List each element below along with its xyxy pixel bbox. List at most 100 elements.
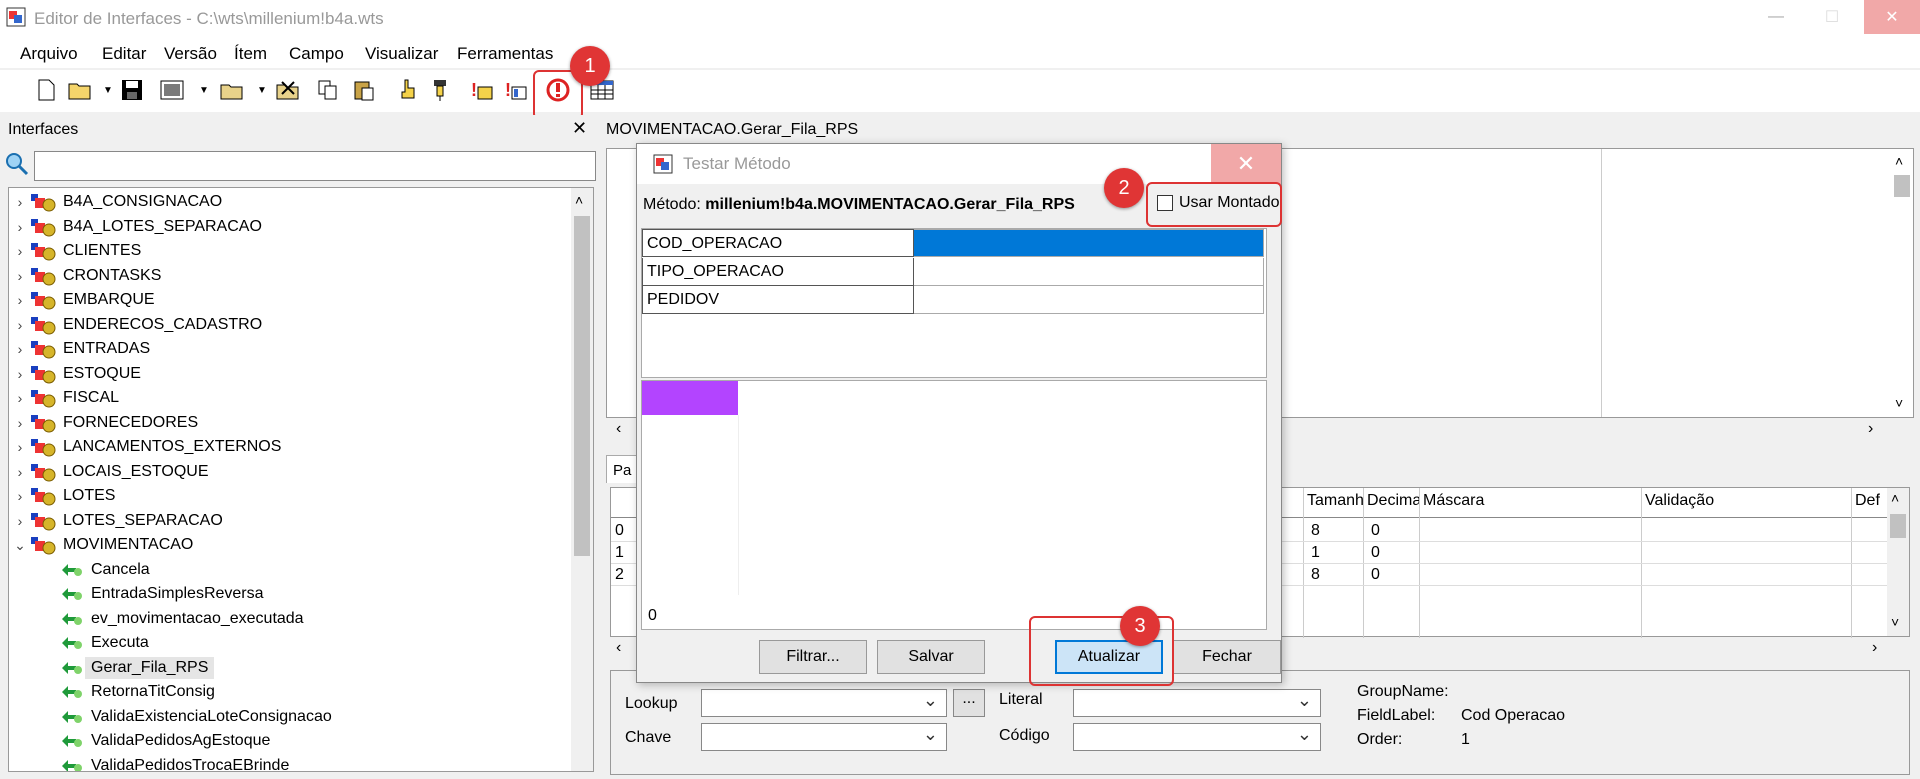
- grid-header-validacao[interactable]: Validação: [1645, 492, 1714, 510]
- tree-node[interactable]: › LOTES: [9, 484, 115, 508]
- salvar-button[interactable]: Salvar: [877, 640, 985, 674]
- chevron-right-icon[interactable]: ›: [9, 341, 31, 357]
- scroll-thumb[interactable]: [1894, 175, 1910, 197]
- grid-cell-dec[interactable]: 0: [1371, 544, 1380, 562]
- copy-icon[interactable]: [316, 78, 340, 102]
- chevron-right-icon[interactable]: ›: [9, 243, 31, 259]
- tree-node[interactable]: › ENDERECOS_CADASTRO: [9, 313, 262, 337]
- chevron-right-icon[interactable]: ›: [9, 194, 31, 210]
- tree-node[interactable]: › CLIENTES: [9, 239, 141, 263]
- scroll-down-icon[interactable]: ˅: [1895, 395, 1903, 411]
- grid-cell-tam[interactable]: 8: [1311, 566, 1320, 584]
- chevron-right-icon[interactable]: ›: [9, 219, 31, 235]
- add-field-icon[interactable]: !: [470, 78, 494, 102]
- tree-node[interactable]: › EMBARQUE: [9, 288, 155, 312]
- chevron-right-icon[interactable]: ›: [9, 390, 31, 406]
- chevron-right-icon[interactable]: ›: [9, 415, 31, 431]
- grid-header-mascara[interactable]: Máscara: [1423, 492, 1484, 510]
- grid-header-tamanho[interactable]: Tamanh: [1307, 492, 1363, 510]
- chave-select[interactable]: [701, 723, 947, 751]
- scroll-left-icon[interactable]: ‹: [616, 639, 621, 657]
- new-file-icon[interactable]: [34, 78, 58, 102]
- open-folder-icon[interactable]: [68, 78, 92, 102]
- grid-cell-idx[interactable]: 1: [615, 544, 624, 562]
- param-value-input[interactable]: [914, 286, 1264, 314]
- lookup-ellipsis-button[interactable]: ...: [953, 689, 985, 717]
- dialog-close-button[interactable]: ✕: [1211, 144, 1281, 184]
- grid-cell-tam[interactable]: 1: [1311, 544, 1320, 562]
- pin-icon[interactable]: [428, 78, 452, 102]
- dialog-params-grid[interactable]: COD_OPERACAO TIPO_OPERACAO PEDIDOV: [641, 228, 1267, 378]
- grid-header-decimais[interactable]: Decima: [1367, 492, 1419, 510]
- tree-scrollbar[interactable]: ˄: [571, 188, 593, 771]
- menu-item[interactable]: Ítem: [234, 44, 267, 64]
- menu-campo[interactable]: Campo: [289, 44, 344, 64]
- scroll-left-icon[interactable]: ‹: [616, 420, 621, 438]
- lookup-select[interactable]: [701, 689, 947, 717]
- menu-visualizar[interactable]: Visualizar: [365, 44, 438, 64]
- dialog-result-area[interactable]: 0: [641, 380, 1267, 630]
- tree-node[interactable]: › CRONTASKS: [9, 264, 161, 288]
- close-button[interactable]: ✕: [1864, 0, 1920, 34]
- menu-ferramentas[interactable]: Ferramentas: [457, 44, 553, 64]
- new-folder-icon[interactable]: [220, 78, 244, 102]
- grid-cell-tam[interactable]: 8: [1311, 522, 1320, 540]
- tree-node[interactable]: ⌄ MOVIMENTACAO: [9, 533, 193, 557]
- tree-node[interactable]: › LANCAMENTOS_EXTERNOS: [9, 435, 281, 459]
- hand-pointer-icon[interactable]: [396, 78, 420, 102]
- tree-method-item[interactable]: Cancela: [31, 558, 150, 582]
- chevron-down-icon[interactable]: ▼: [192, 78, 216, 102]
- param-value-input[interactable]: [914, 229, 1264, 257]
- interfaces-tree[interactable]: › B4A_CONSIGNACAO › B4A_LOTES_SEPARACAO › CLI…: [8, 187, 594, 772]
- grid-header-default[interactable]: Def: [1855, 492, 1885, 510]
- maximize-button[interactable]: ☐: [1804, 0, 1860, 34]
- tree-method-item[interactable]: Executa: [31, 631, 149, 655]
- filtrar-button[interactable]: Filtrar...: [759, 640, 867, 674]
- chevron-right-icon[interactable]: ›: [9, 439, 31, 455]
- tree-node[interactable]: › B4A_LOTES_SEPARACAO: [9, 215, 262, 239]
- tree-method-item[interactable]: RetornaTitConsig: [31, 680, 215, 704]
- tree-method-item[interactable]: Gerar_Fila_RPS: [31, 656, 215, 680]
- editor-vscroll[interactable]: ˄ ˅: [1891, 149, 1913, 417]
- minimize-button[interactable]: —: [1748, 0, 1804, 34]
- interfaces-search-input[interactable]: [34, 151, 596, 181]
- literal-select[interactable]: [1073, 689, 1321, 717]
- menu-arquivo[interactable]: Arquivo: [20, 44, 78, 64]
- tree-node[interactable]: › ESTOQUE: [9, 362, 141, 386]
- chevron-down-icon[interactable]: ⌄: [9, 537, 31, 554]
- save-icon[interactable]: [120, 78, 144, 102]
- close-panel-button[interactable]: ✕: [572, 118, 592, 139]
- menu-versao[interactable]: Versão: [164, 44, 217, 64]
- codigo-select[interactable]: [1073, 723, 1321, 751]
- scroll-thumb[interactable]: [574, 216, 590, 556]
- chevron-right-icon[interactable]: ›: [9, 488, 31, 504]
- chevron-down-icon[interactable]: ▼: [250, 78, 274, 102]
- chevron-right-icon[interactable]: ›: [9, 366, 31, 382]
- grid-cell-idx[interactable]: 2: [615, 566, 624, 584]
- chevron-right-icon[interactable]: ›: [9, 317, 31, 333]
- chevron-right-icon[interactable]: ›: [9, 464, 31, 480]
- grid-vscroll[interactable]: ˄ ˅: [1887, 488, 1909, 636]
- tree-method-item[interactable]: ev_movimentacao_executada: [31, 607, 304, 631]
- scroll-right-icon[interactable]: ›: [1872, 639, 1877, 657]
- grid-cell-dec[interactable]: 0: [1371, 566, 1380, 584]
- tree-method-item[interactable]: ValidaPedidosTrocaEBrinde: [31, 754, 289, 771]
- field-props-icon[interactable]: !: [504, 78, 528, 102]
- tree-node[interactable]: › LOCAIS_ESTOQUE: [9, 460, 209, 484]
- fechar-button[interactable]: Fechar: [1173, 640, 1281, 674]
- tree-node[interactable]: › B4A_CONSIGNACAO: [9, 190, 222, 214]
- scroll-up-icon[interactable]: ˄: [1891, 490, 1899, 506]
- chevron-right-icon[interactable]: ›: [9, 513, 31, 529]
- film-icon[interactable]: [160, 78, 184, 102]
- tree-node[interactable]: › FISCAL: [9, 386, 119, 410]
- chevron-down-icon[interactable]: ▼: [96, 78, 120, 102]
- tree-method-item[interactable]: EntradaSimplesReversa: [31, 582, 264, 606]
- paste-icon[interactable]: [352, 78, 376, 102]
- scroll-up-icon[interactable]: ˄: [1895, 153, 1903, 169]
- tree-node[interactable]: › LOTES_SEPARACAO: [9, 509, 223, 533]
- tree-method-item[interactable]: ValidaExistenciaLoteConsignacao: [31, 705, 332, 729]
- scroll-up-icon[interactable]: ˄: [575, 192, 583, 208]
- scroll-down-icon[interactable]: ˅: [1891, 614, 1899, 630]
- grid-cell-idx[interactable]: 0: [615, 522, 624, 540]
- param-value-input[interactable]: [914, 257, 1264, 286]
